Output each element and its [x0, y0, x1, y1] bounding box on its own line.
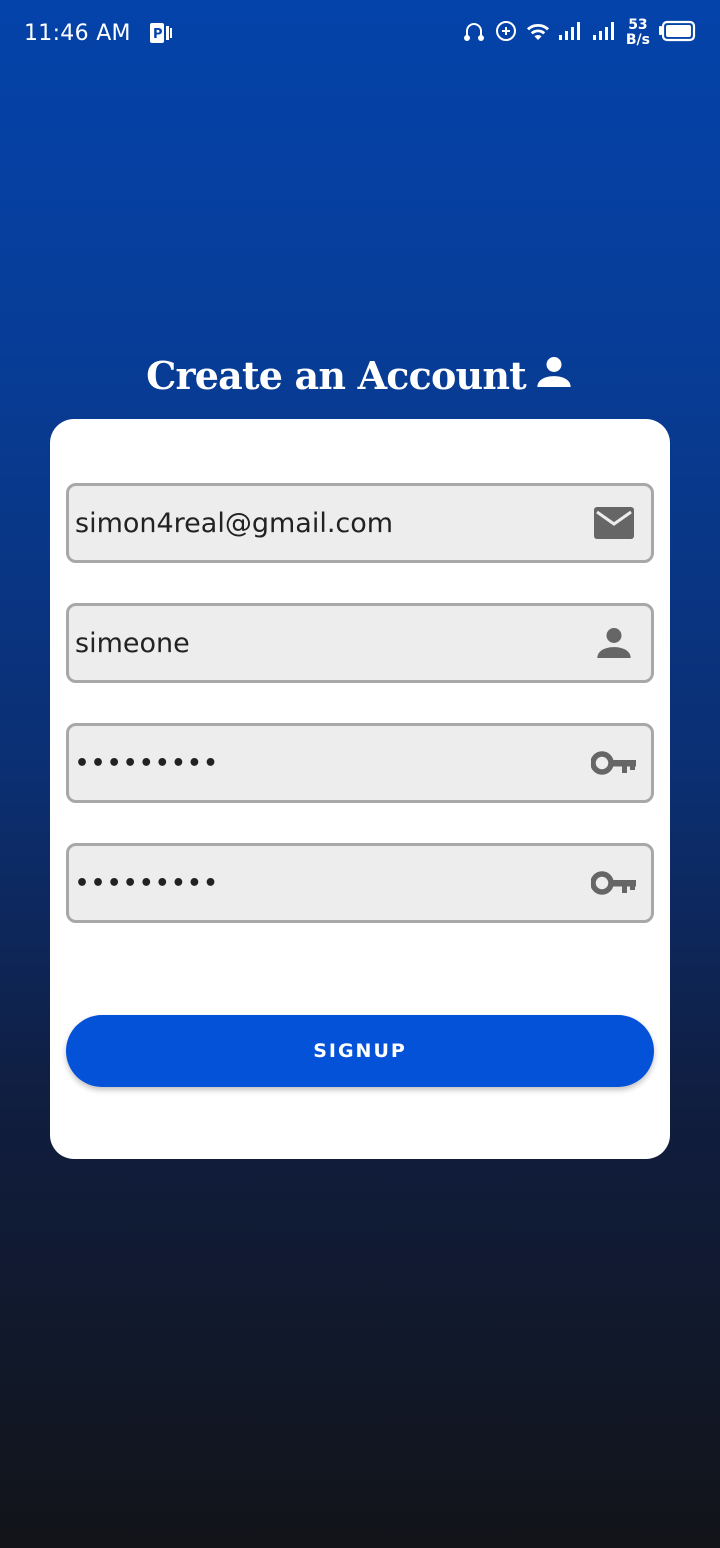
username-value: simeone: [75, 627, 190, 659]
email-icon: [591, 500, 637, 546]
password-field[interactable]: •••••••••: [66, 723, 654, 803]
person-icon: [591, 620, 637, 666]
parking-notification-icon: P: [149, 21, 173, 45]
network-speed-value: 53: [628, 17, 648, 33]
title-row: Create an Account: [0, 340, 720, 410]
signal-icon: [558, 20, 584, 47]
person-icon: [534, 352, 574, 392]
svg-text:P: P: [153, 27, 163, 42]
username-field[interactable]: simeone: [66, 603, 654, 683]
status-time: 11:46 AM: [24, 20, 131, 46]
email-value: simon4real@gmail.com: [75, 507, 394, 539]
status-bar: 11:46 AM P 53 B/s: [0, 0, 720, 66]
signup-label: SIGNUP: [313, 1040, 407, 1062]
headset-icon: [462, 19, 486, 48]
page-title: Create an Account: [146, 352, 527, 398]
key-icon: [591, 860, 637, 906]
signal-icon-2: [592, 20, 618, 47]
key-icon: [591, 740, 637, 786]
status-icons: 53 B/s: [462, 0, 696, 66]
network-speed: 53 B/s: [626, 18, 650, 48]
data-saver-icon: [494, 19, 518, 48]
network-speed-unit: B/s: [625, 32, 650, 48]
email-field[interactable]: simon4real@gmail.com: [66, 483, 654, 563]
password-value: •••••••••: [75, 750, 220, 776]
confirm-password-field[interactable]: •••••••••: [66, 843, 654, 923]
wifi-icon: [526, 20, 550, 47]
signup-button[interactable]: SIGNUP: [66, 1015, 654, 1087]
confirm-password-value: •••••••••: [75, 870, 220, 896]
signup-card: simon4real@gmail.com simeone ••••••••• •…: [50, 419, 670, 1159]
battery-icon: [658, 20, 696, 47]
